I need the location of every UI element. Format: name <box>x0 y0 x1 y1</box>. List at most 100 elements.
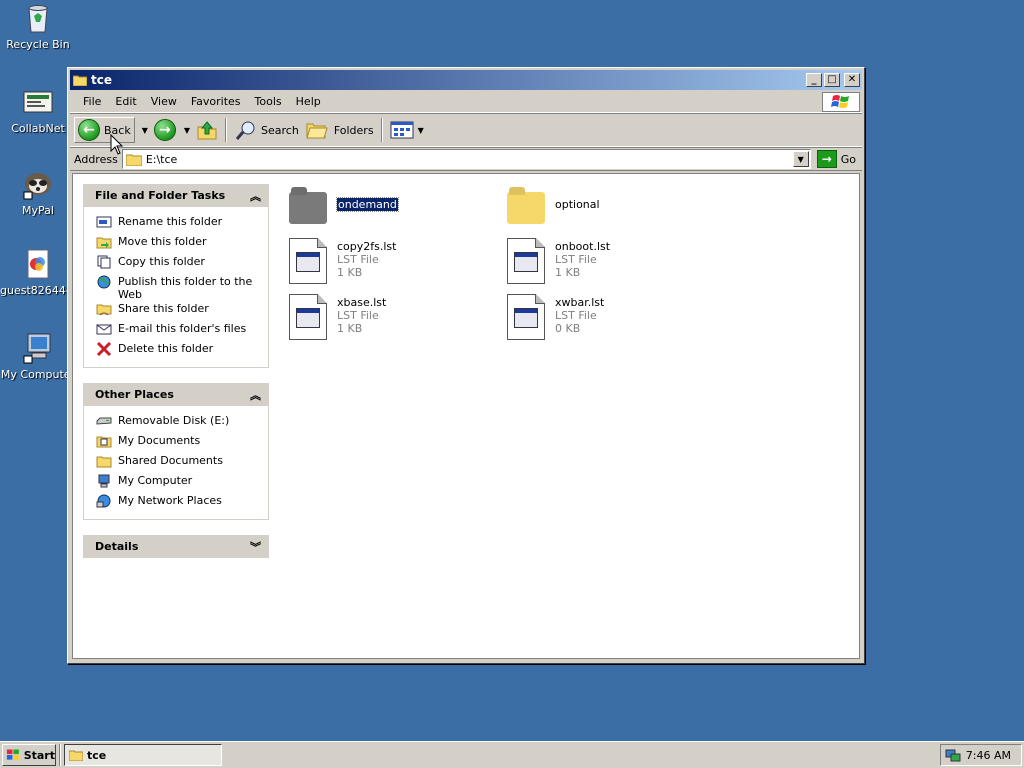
desktop-icon-label: MyPal <box>22 204 54 217</box>
search-label: Search <box>261 123 299 137</box>
recycle-bin-icon <box>22 2 54 34</box>
file-item[interactable]: xwbar.lst LST File 0 KB <box>507 294 707 346</box>
menu-edit[interactable]: Edit <box>108 93 143 110</box>
task-label: E-mail this folder's files <box>118 322 247 335</box>
go-button[interactable]: → Go <box>816 150 856 168</box>
document-icon <box>22 248 54 280</box>
task-rename-folder[interactable]: Rename this folder <box>96 214 262 234</box>
copy-icon <box>97 255 111 269</box>
task-move-folder[interactable]: Move this folder <box>96 234 262 254</box>
desktop-icon-collabnet[interactable]: CollabNet <box>0 86 76 135</box>
move-icon <box>96 237 112 249</box>
network-tray-icon[interactable] <box>945 748 961 762</box>
maximize-button[interactable]: □ <box>824 73 840 87</box>
clock[interactable]: 7:46 AM <box>966 749 1011 762</box>
lst-file-icon <box>507 238 547 286</box>
start-label: Start <box>23 748 55 762</box>
place-network-places[interactable]: My Network Places <box>96 493 262 513</box>
address-bar: Address E:\tce ▼ → Go <box>70 147 862 171</box>
place-my-computer[interactable]: My Computer <box>96 473 262 493</box>
address-dropdown-button[interactable]: ▼ <box>792 151 809 167</box>
desktop-icon-label: Recycle Bin <box>6 38 70 51</box>
mouse-pointer-icon <box>110 134 124 155</box>
chevron-down-icon: ▼ <box>417 125 424 135</box>
go-label: Go <box>840 152 856 166</box>
taskbar-separator <box>59 744 61 766</box>
minimize-button[interactable]: _ <box>806 73 822 87</box>
task-label: Delete this folder <box>118 342 214 355</box>
explorer-window: tce _ □ ✕ File Edit View Favorites Tools… <box>67 67 865 664</box>
folders-button[interactable]: Folders <box>302 116 377 144</box>
folder-up-icon <box>197 121 217 140</box>
pane-header[interactable]: File and Folder Tasks ︽ <box>83 184 269 207</box>
details-pane: Details ︾ <box>83 535 269 558</box>
pane-header[interactable]: Details ︾ <box>83 535 269 558</box>
task-copy-folder[interactable]: Copy this folder <box>96 254 262 274</box>
place-label: My Network Places <box>118 494 222 507</box>
lst-file-icon <box>289 294 329 342</box>
file-name: xbase.lst <box>337 296 387 309</box>
place-shared-documents[interactable]: Shared Documents <box>96 453 262 473</box>
desktop-icon-label: CollabNet <box>11 122 65 135</box>
chevron-down-icon: ▼ <box>183 125 191 135</box>
task-publish-web[interactable]: Publish this folder to the Web <box>96 274 262 301</box>
file-size: 1 KB <box>337 322 363 335</box>
menu-file[interactable]: File <box>76 93 108 110</box>
pane-header[interactable]: Other Places ︽ <box>83 383 269 406</box>
menu-tools[interactable]: Tools <box>248 93 289 110</box>
file-size: 0 KB <box>555 322 581 335</box>
folder-icon <box>69 750 83 761</box>
task-panel: File and Folder Tasks ︽ Rename this fold… <box>83 184 269 573</box>
up-button[interactable] <box>193 116 221 144</box>
desktop-icon-label: My Computer <box>0 368 76 381</box>
collapse-icon[interactable]: ︽ <box>250 387 261 403</box>
folder-icon <box>507 186 547 234</box>
expand-icon[interactable]: ︾ <box>250 539 261 555</box>
forward-arrow-icon: → <box>153 119 176 141</box>
taskbar-item-tce[interactable]: tce <box>64 744 222 766</box>
folder-item-ondemand[interactable]: ondemand <box>289 186 489 238</box>
file-name: optional <box>555 198 600 211</box>
file-size: 1 KB <box>555 266 581 279</box>
file-type: LST File <box>555 309 597 322</box>
address-input[interactable]: E:\tce ▼ <box>121 149 811 169</box>
chevron-down-icon: ▼ <box>141 125 148 135</box>
menu-help[interactable]: Help <box>289 93 328 110</box>
folder-item-optional[interactable]: optional <box>507 186 707 238</box>
desktop-icon-guest[interactable]: guest82644-... <box>0 248 76 297</box>
computer-icon <box>98 474 110 488</box>
folder-icon <box>289 186 329 234</box>
file-item[interactable]: xbase.lst LST File 1 KB <box>289 294 489 346</box>
taskbar: Start tce 7:46 AM <box>0 741 1024 768</box>
menu-favorites[interactable]: Favorites <box>184 93 248 110</box>
views-button[interactable]: ▼ <box>387 116 427 144</box>
network-icon <box>96 494 111 508</box>
file-item[interactable]: copy2fs.lst LST File 1 KB <box>289 238 489 290</box>
toolbar-separator <box>380 118 383 142</box>
desktop-icon-my-computer[interactable]: My Computer <box>0 332 76 381</box>
rename-icon <box>96 216 112 228</box>
desktop-icon-mypal[interactable]: MyPal <box>0 168 76 217</box>
documents-folder-icon <box>96 436 112 448</box>
task-label: Rename this folder <box>118 215 223 228</box>
folder-icon <box>125 154 142 166</box>
place-removable-disk[interactable]: Removable Disk (E:) <box>96 413 262 433</box>
task-delete-folder[interactable]: Delete this folder <box>96 341 262 361</box>
close-button[interactable]: ✕ <box>844 73 860 87</box>
back-dropdown[interactable]: ▼ <box>135 116 151 144</box>
file-item[interactable]: onboot.lst LST File 1 KB <box>507 238 707 290</box>
task-share-folder[interactable]: Share this folder <box>96 301 262 321</box>
back-button[interactable]: ← Back <box>74 117 135 143</box>
collapse-icon[interactable]: ︽ <box>250 188 261 204</box>
desktop-icon-recycle-bin[interactable]: Recycle Bin <box>0 2 76 51</box>
views-icon <box>390 121 414 139</box>
place-my-documents[interactable]: My Documents <box>96 433 262 453</box>
task-email-files[interactable]: E-mail this folder's files <box>96 321 262 341</box>
title-bar[interactable]: tce _ □ ✕ <box>70 70 862 90</box>
search-button[interactable]: Search <box>231 116 302 144</box>
content-area: File and Folder Tasks ︽ Rename this fold… <box>72 173 860 659</box>
start-button[interactable]: Start <box>2 744 56 766</box>
menu-view[interactable]: View <box>144 93 184 110</box>
forward-button[interactable]: → ▼ <box>151 116 193 144</box>
pane-body: Rename this folder Move this folder Copy… <box>83 207 269 368</box>
